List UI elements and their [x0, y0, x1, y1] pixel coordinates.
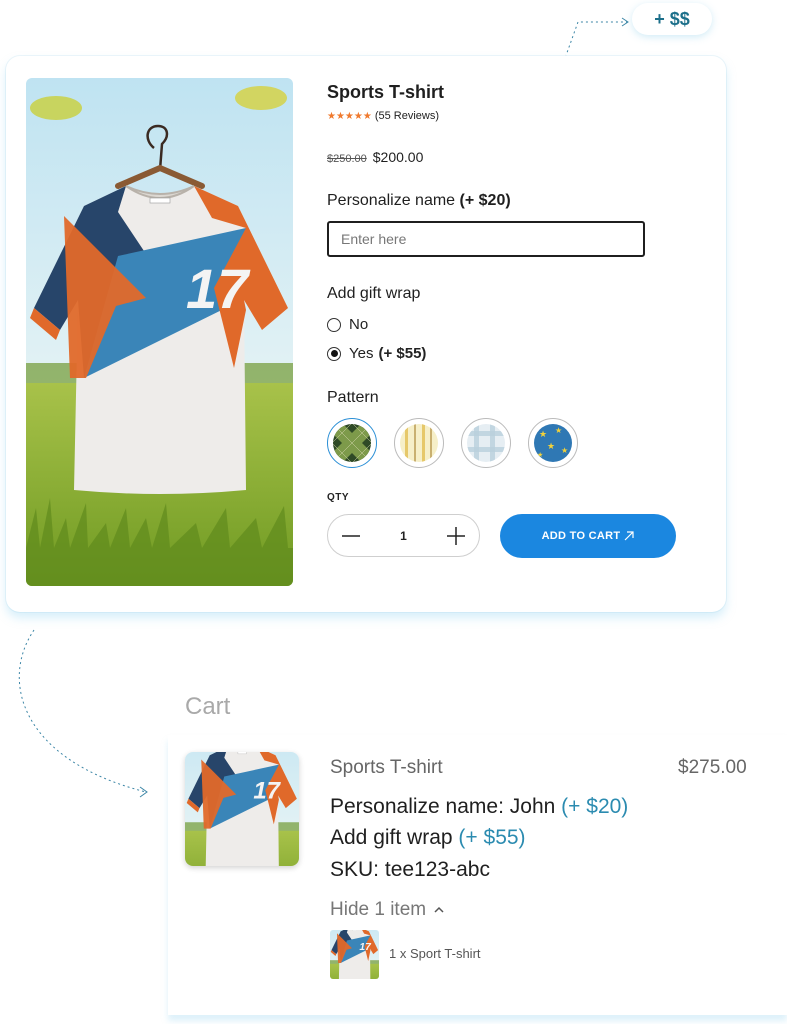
pattern-swatch-blue-plaid[interactable]: [461, 418, 511, 468]
decrease-qty-button[interactable]: [338, 523, 364, 549]
radio-checked-icon[interactable]: [327, 346, 341, 361]
hide-items-toggle[interactable]: Hide 1 item: [330, 899, 444, 921]
hide-items-label: Hide 1 item: [330, 899, 427, 920]
personalize-label: Personalize name (+ $20): [327, 192, 511, 210]
pattern-swatch-blue-stars[interactable]: ★ ★ ★ ★ ★: [528, 418, 578, 468]
cart-personalize-value: John: [509, 795, 556, 818]
increase-qty-button[interactable]: [443, 523, 469, 549]
add-to-cart-button[interactable]: ADD TO CART: [500, 514, 676, 558]
gift-wrap-option-no[interactable]: No: [327, 316, 368, 333]
stars-pattern-icon: ★ ★ ★ ★ ★: [534, 424, 572, 462]
cart-title: Cart: [185, 693, 231, 720]
rating: ★★★★★ (55 Reviews): [327, 110, 439, 122]
svg-text:★: ★: [555, 426, 562, 435]
gift-wrap-option-label: No: [349, 316, 369, 333]
cart-item-price: $275.00: [678, 757, 747, 778]
gift-wrap-option-yes[interactable]: Yes (+ $55): [327, 345, 426, 362]
pattern-swatches: ★ ★ ★ ★ ★: [327, 418, 578, 468]
price-increase-callout: + $$: [632, 3, 712, 35]
personalize-name-input[interactable]: [327, 221, 645, 257]
plus-icon: [447, 526, 465, 545]
sku-value: tee123-abc: [384, 858, 490, 881]
stripes-pattern-icon: [400, 424, 438, 462]
pattern-swatch-green-argyle[interactable]: [327, 418, 377, 468]
personalize-label-text: Personalize name: [327, 192, 456, 209]
product-card: Sports T-shirt ★★★★★ (55 Reviews) $250.0…: [6, 56, 726, 612]
cart-personalize-line: Personalize name: John (+ $20): [330, 795, 628, 819]
product-title: Sports T-shirt: [327, 82, 445, 102]
svg-text:★: ★: [547, 441, 555, 451]
review-count[interactable]: (55 Reviews): [375, 110, 439, 122]
tshirt-image: [26, 78, 293, 586]
pattern-label: Pattern: [327, 389, 379, 406]
argyle-pattern-icon: [333, 424, 371, 462]
sale-price: $200.00: [372, 149, 424, 165]
sub-item-label: 1 x Sport T-shirt: [389, 946, 481, 961]
gift-wrap-option-label: Yes: [349, 345, 374, 362]
tshirt-image: [330, 930, 379, 979]
svg-text:★: ★: [561, 446, 568, 455]
minus-icon: [342, 534, 360, 537]
pattern-swatch-cream-stripes[interactable]: [394, 418, 444, 468]
star-rating-icon: ★★★★★: [327, 110, 372, 122]
personalize-extra: (+ $20): [459, 192, 511, 209]
radio-unchecked-icon[interactable]: [327, 317, 341, 332]
chevron-up-icon: [434, 906, 444, 913]
sku-label: SKU:: [330, 858, 380, 881]
cart-personalize-label: Personalize name:: [330, 795, 504, 818]
arrow-up-right-icon: [625, 531, 635, 541]
qty-label: QTY: [327, 492, 350, 503]
sub-item-thumbnail: [330, 930, 379, 979]
cart-personalize-extra: (+ $20): [561, 795, 629, 818]
cart-gift-wrap-extra: (+ $55): [458, 826, 526, 849]
svg-text:★: ★: [537, 451, 543, 459]
svg-text:★: ★: [539, 429, 547, 439]
cart-item-thumbnail[interactable]: [185, 752, 299, 866]
cart-gift-wrap-label: Add gift wrap: [330, 826, 453, 849]
price-row: $250.00 $200.00: [327, 149, 423, 165]
cart-item-name[interactable]: Sports T-shirt: [330, 757, 443, 779]
qty-value[interactable]: 1: [400, 529, 407, 543]
tshirt-image: [185, 752, 299, 866]
add-to-cart-label: ADD TO CART: [541, 530, 621, 542]
plaid-pattern-icon: [467, 424, 505, 462]
original-price: $250.00: [327, 153, 367, 165]
gift-wrap-option-extra: (+ $55): [378, 345, 427, 362]
callout-label: + $$: [654, 8, 690, 29]
gift-wrap-label: Add gift wrap: [327, 285, 421, 302]
cart-sku-line: SKU: tee123-abc: [330, 858, 490, 882]
quantity-stepper: 1: [327, 514, 480, 557]
cart-gift-wrap-line: Add gift wrap (+ $55): [330, 826, 526, 850]
product-image: [26, 78, 293, 586]
